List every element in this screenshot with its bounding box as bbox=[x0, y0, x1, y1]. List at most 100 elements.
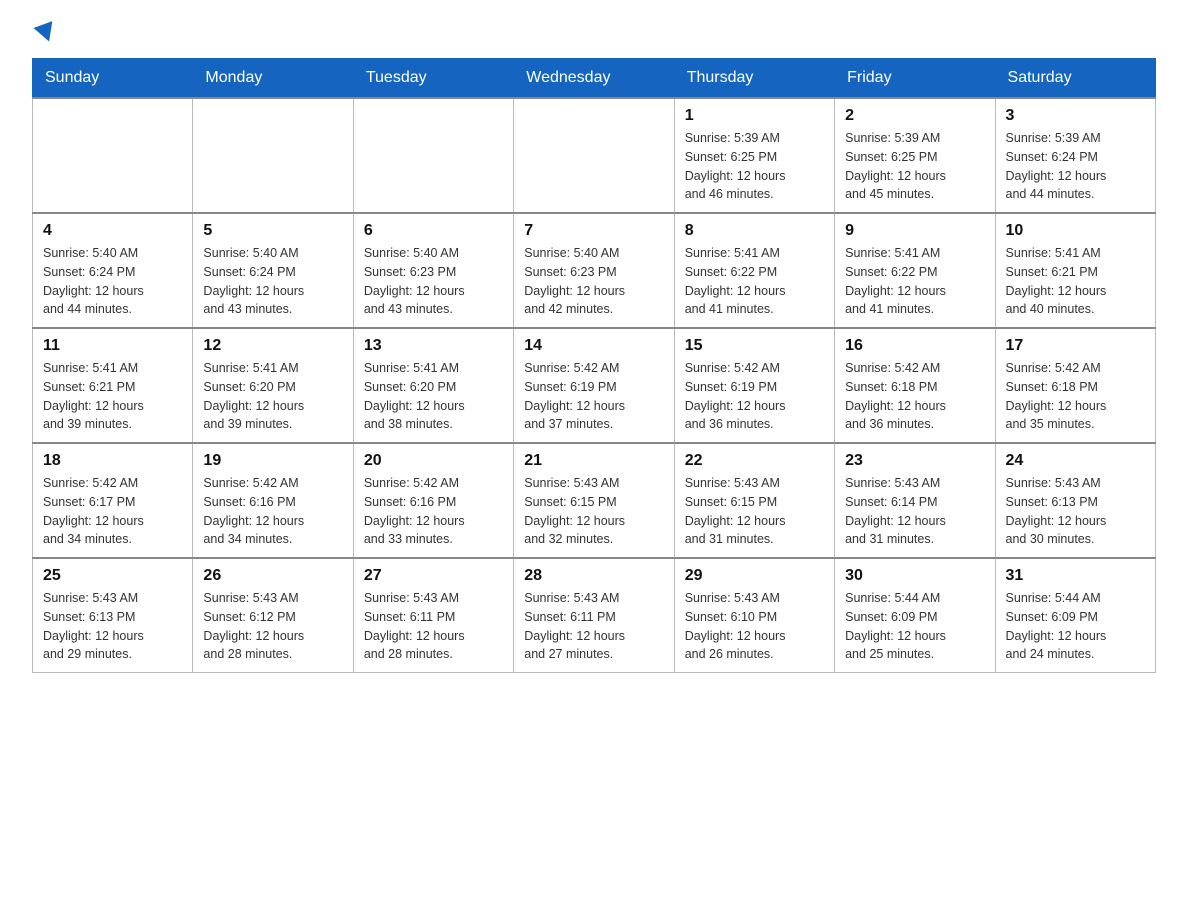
calendar-cell: 5Sunrise: 5:40 AM Sunset: 6:24 PM Daylig… bbox=[193, 213, 353, 328]
calendar-week-5: 25 Sunrise: 5:43 AM Sunset: 6:13 PM Dayli… bbox=[33, 558, 1156, 673]
day-number: 10 bbox=[1006, 222, 1145, 240]
day-number: 23 bbox=[845, 452, 984, 470]
calendar-cell: 31 Sunrise: 5:44 AM Sunset: 6:09 PM Dayli… bbox=[995, 558, 1155, 673]
day-info: Sunrise: 5:42 AM Sunset: 6:19 PM Dayligh… bbox=[524, 359, 663, 434]
day-number: 19 bbox=[203, 452, 342, 470]
calendar-cell: 23 Sunrise: 5:43 AM Sunset: 6:14 PM Dayli… bbox=[835, 443, 995, 558]
day-number: 16 bbox=[845, 337, 984, 355]
day-number: 11 bbox=[43, 337, 182, 355]
day-info: Sunrise: 5:44 AM Sunset: 6:09 PM Dayligh… bbox=[845, 589, 984, 664]
day-info: Sunrise: 5:43 AM Sunset: 6:11 PM Dayligh… bbox=[364, 589, 503, 664]
day-number: 1 bbox=[685, 107, 824, 125]
day-info: Sunrise: 5:40 AM Sunset: 6:23 PM Dayligh… bbox=[364, 244, 503, 319]
day-number: 4 bbox=[43, 222, 182, 240]
logo bbox=[32, 24, 56, 38]
weekday-header-row: SundayMondayTuesdayWednesdayThursdayFrid… bbox=[33, 59, 1156, 99]
calendar-header: SundayMondayTuesdayWednesdayThursdayFrid… bbox=[33, 59, 1156, 99]
calendar-cell: 25 Sunrise: 5:43 AM Sunset: 6:13 PM Dayli… bbox=[33, 558, 193, 673]
calendar-cell: 1Sunrise: 5:39 AM Sunset: 6:25 PM Daylig… bbox=[674, 98, 834, 213]
day-info: Sunrise: 5:44 AM Sunset: 6:09 PM Dayligh… bbox=[1006, 589, 1145, 664]
calendar-cell: 26 Sunrise: 5:43 AM Sunset: 6:12 PM Dayli… bbox=[193, 558, 353, 673]
day-info: Sunrise: 5:43 AM Sunset: 6:14 PM Dayligh… bbox=[845, 474, 984, 549]
weekday-header-tuesday: Tuesday bbox=[353, 59, 513, 99]
day-info: Sunrise: 5:43 AM Sunset: 6:13 PM Dayligh… bbox=[1006, 474, 1145, 549]
calendar-cell: 16 Sunrise: 5:42 AM Sunset: 6:18 PM Dayli… bbox=[835, 328, 995, 443]
calendar-cell bbox=[514, 98, 674, 213]
day-info: Sunrise: 5:39 AM Sunset: 6:24 PM Dayligh… bbox=[1006, 129, 1145, 204]
calendar-cell: 8 Sunrise: 5:41 AM Sunset: 6:22 PM Daylig… bbox=[674, 213, 834, 328]
weekday-header-sunday: Sunday bbox=[33, 59, 193, 99]
calendar-cell: 4 Sunrise: 5:40 AM Sunset: 6:24 PM Daylig… bbox=[33, 213, 193, 328]
day-info: Sunrise: 5:43 AM Sunset: 6:15 PM Dayligh… bbox=[524, 474, 663, 549]
calendar-cell: 22Sunrise: 5:43 AM Sunset: 6:15 PM Dayli… bbox=[674, 443, 834, 558]
calendar-week-3: 11 Sunrise: 5:41 AM Sunset: 6:21 PM Dayli… bbox=[33, 328, 1156, 443]
calendar-cell: 6 Sunrise: 5:40 AM Sunset: 6:23 PM Daylig… bbox=[353, 213, 513, 328]
day-number: 13 bbox=[364, 337, 503, 355]
page-header bbox=[32, 24, 1156, 38]
day-number: 21 bbox=[524, 452, 663, 470]
calendar-cell: 2Sunrise: 5:39 AM Sunset: 6:25 PM Daylig… bbox=[835, 98, 995, 213]
calendar-cell: 11 Sunrise: 5:41 AM Sunset: 6:21 PM Dayli… bbox=[33, 328, 193, 443]
calendar-cell: 17Sunrise: 5:42 AM Sunset: 6:18 PM Dayli… bbox=[995, 328, 1155, 443]
calendar-cell: 12 Sunrise: 5:41 AM Sunset: 6:20 PM Dayli… bbox=[193, 328, 353, 443]
weekday-header-wednesday: Wednesday bbox=[514, 59, 674, 99]
day-number: 20 bbox=[364, 452, 503, 470]
day-info: Sunrise: 5:41 AM Sunset: 6:20 PM Dayligh… bbox=[203, 359, 342, 434]
weekday-header-thursday: Thursday bbox=[674, 59, 834, 99]
day-info: Sunrise: 5:43 AM Sunset: 6:11 PM Dayligh… bbox=[524, 589, 663, 664]
day-info: Sunrise: 5:43 AM Sunset: 6:12 PM Dayligh… bbox=[203, 589, 342, 664]
calendar-cell: 15 Sunrise: 5:42 AM Sunset: 6:19 PM Dayli… bbox=[674, 328, 834, 443]
day-info: Sunrise: 5:41 AM Sunset: 6:21 PM Dayligh… bbox=[43, 359, 182, 434]
day-info: Sunrise: 5:42 AM Sunset: 6:18 PM Dayligh… bbox=[1006, 359, 1145, 434]
calendar-cell: 7Sunrise: 5:40 AM Sunset: 6:23 PM Daylig… bbox=[514, 213, 674, 328]
calendar-cell: 19 Sunrise: 5:42 AM Sunset: 6:16 PM Dayli… bbox=[193, 443, 353, 558]
calendar-table: SundayMondayTuesdayWednesdayThursdayFrid… bbox=[32, 58, 1156, 673]
calendar-week-4: 18Sunrise: 5:42 AM Sunset: 6:17 PM Dayli… bbox=[33, 443, 1156, 558]
calendar-cell bbox=[193, 98, 353, 213]
calendar-body: 1 Sunrise: 5:39 AM Sunset: 6:25 PM Daylig… bbox=[33, 98, 1156, 673]
day-number: 6 bbox=[364, 222, 503, 240]
day-number: 30 bbox=[845, 567, 984, 585]
calendar-cell: 29 Sunrise: 5:43 AM Sunset: 6:10 PM Dayli… bbox=[674, 558, 834, 673]
day-info: Sunrise: 5:41 AM Sunset: 6:20 PM Dayligh… bbox=[364, 359, 503, 434]
day-info: Sunrise: 5:42 AM Sunset: 6:19 PM Dayligh… bbox=[685, 359, 824, 434]
calendar-week-1: 1 Sunrise: 5:39 AM Sunset: 6:25 PM Daylig… bbox=[33, 98, 1156, 213]
day-number: 12 bbox=[203, 337, 342, 355]
day-info: Sunrise: 5:41 AM Sunset: 6:21 PM Dayligh… bbox=[1006, 244, 1145, 319]
day-number: 26 bbox=[203, 567, 342, 585]
day-info: Sunrise: 5:40 AM Sunset: 6:24 PM Dayligh… bbox=[43, 244, 182, 319]
calendar-cell: 18Sunrise: 5:42 AM Sunset: 6:17 PM Dayli… bbox=[33, 443, 193, 558]
day-number: 29 bbox=[685, 567, 824, 585]
day-info: Sunrise: 5:42 AM Sunset: 6:16 PM Dayligh… bbox=[203, 474, 342, 549]
calendar-cell: 13 Sunrise: 5:41 AM Sunset: 6:20 PM Dayli… bbox=[353, 328, 513, 443]
calendar-cell: 10 Sunrise: 5:41 AM Sunset: 6:21 PM Dayli… bbox=[995, 213, 1155, 328]
calendar-cell bbox=[33, 98, 193, 213]
calendar-cell: 21 Sunrise: 5:43 AM Sunset: 6:15 PM Dayli… bbox=[514, 443, 674, 558]
day-info: Sunrise: 5:43 AM Sunset: 6:13 PM Dayligh… bbox=[43, 589, 182, 664]
day-number: 27 bbox=[364, 567, 503, 585]
day-info: Sunrise: 5:39 AM Sunset: 6:25 PM Dayligh… bbox=[845, 129, 984, 204]
weekday-header-saturday: Saturday bbox=[995, 59, 1155, 99]
day-info: Sunrise: 5:41 AM Sunset: 6:22 PM Dayligh… bbox=[685, 244, 824, 319]
calendar-cell: 9 Sunrise: 5:41 AM Sunset: 6:22 PM Daylig… bbox=[835, 213, 995, 328]
day-info: Sunrise: 5:43 AM Sunset: 6:15 PM Dayligh… bbox=[685, 474, 824, 549]
day-number: 31 bbox=[1006, 567, 1145, 585]
day-number: 9 bbox=[845, 222, 984, 240]
day-number: 8 bbox=[685, 222, 824, 240]
day-info: Sunrise: 5:42 AM Sunset: 6:16 PM Dayligh… bbox=[364, 474, 503, 549]
day-info: Sunrise: 5:42 AM Sunset: 6:18 PM Dayligh… bbox=[845, 359, 984, 434]
calendar-cell: 3 Sunrise: 5:39 AM Sunset: 6:24 PM Daylig… bbox=[995, 98, 1155, 213]
day-number: 28 bbox=[524, 567, 663, 585]
day-number: 3 bbox=[1006, 107, 1145, 125]
day-number: 25 bbox=[43, 567, 182, 585]
day-info: Sunrise: 5:40 AM Sunset: 6:23 PM Dayligh… bbox=[524, 244, 663, 319]
day-number: 15 bbox=[685, 337, 824, 355]
day-number: 18 bbox=[43, 452, 182, 470]
calendar-cell: 27 Sunrise: 5:43 AM Sunset: 6:11 PM Dayli… bbox=[353, 558, 513, 673]
day-info: Sunrise: 5:43 AM Sunset: 6:10 PM Dayligh… bbox=[685, 589, 824, 664]
day-number: 24 bbox=[1006, 452, 1145, 470]
day-info: Sunrise: 5:41 AM Sunset: 6:22 PM Dayligh… bbox=[845, 244, 984, 319]
day-info: Sunrise: 5:40 AM Sunset: 6:24 PM Dayligh… bbox=[203, 244, 342, 319]
calendar-cell bbox=[353, 98, 513, 213]
logo-triangle-icon bbox=[34, 21, 59, 45]
